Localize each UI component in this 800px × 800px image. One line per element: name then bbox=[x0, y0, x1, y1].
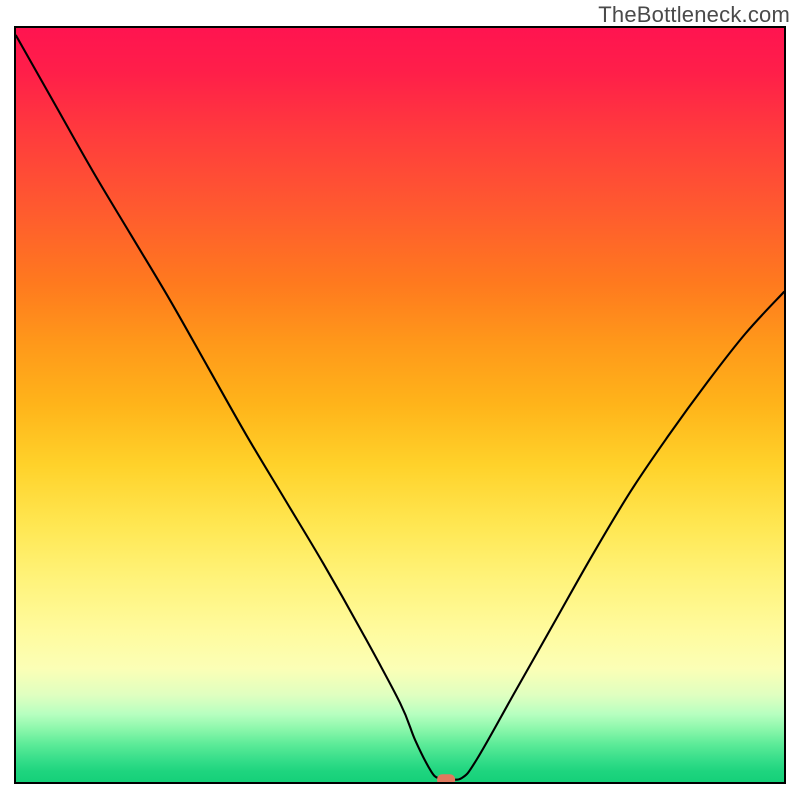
plot-area bbox=[14, 26, 786, 784]
bottleneck-curve bbox=[16, 36, 784, 780]
optimal-point-marker bbox=[437, 774, 455, 782]
watermark-text: TheBottleneck.com bbox=[598, 2, 790, 28]
curve-layer bbox=[16, 28, 784, 782]
chart-stage: TheBottleneck.com bbox=[0, 0, 800, 800]
